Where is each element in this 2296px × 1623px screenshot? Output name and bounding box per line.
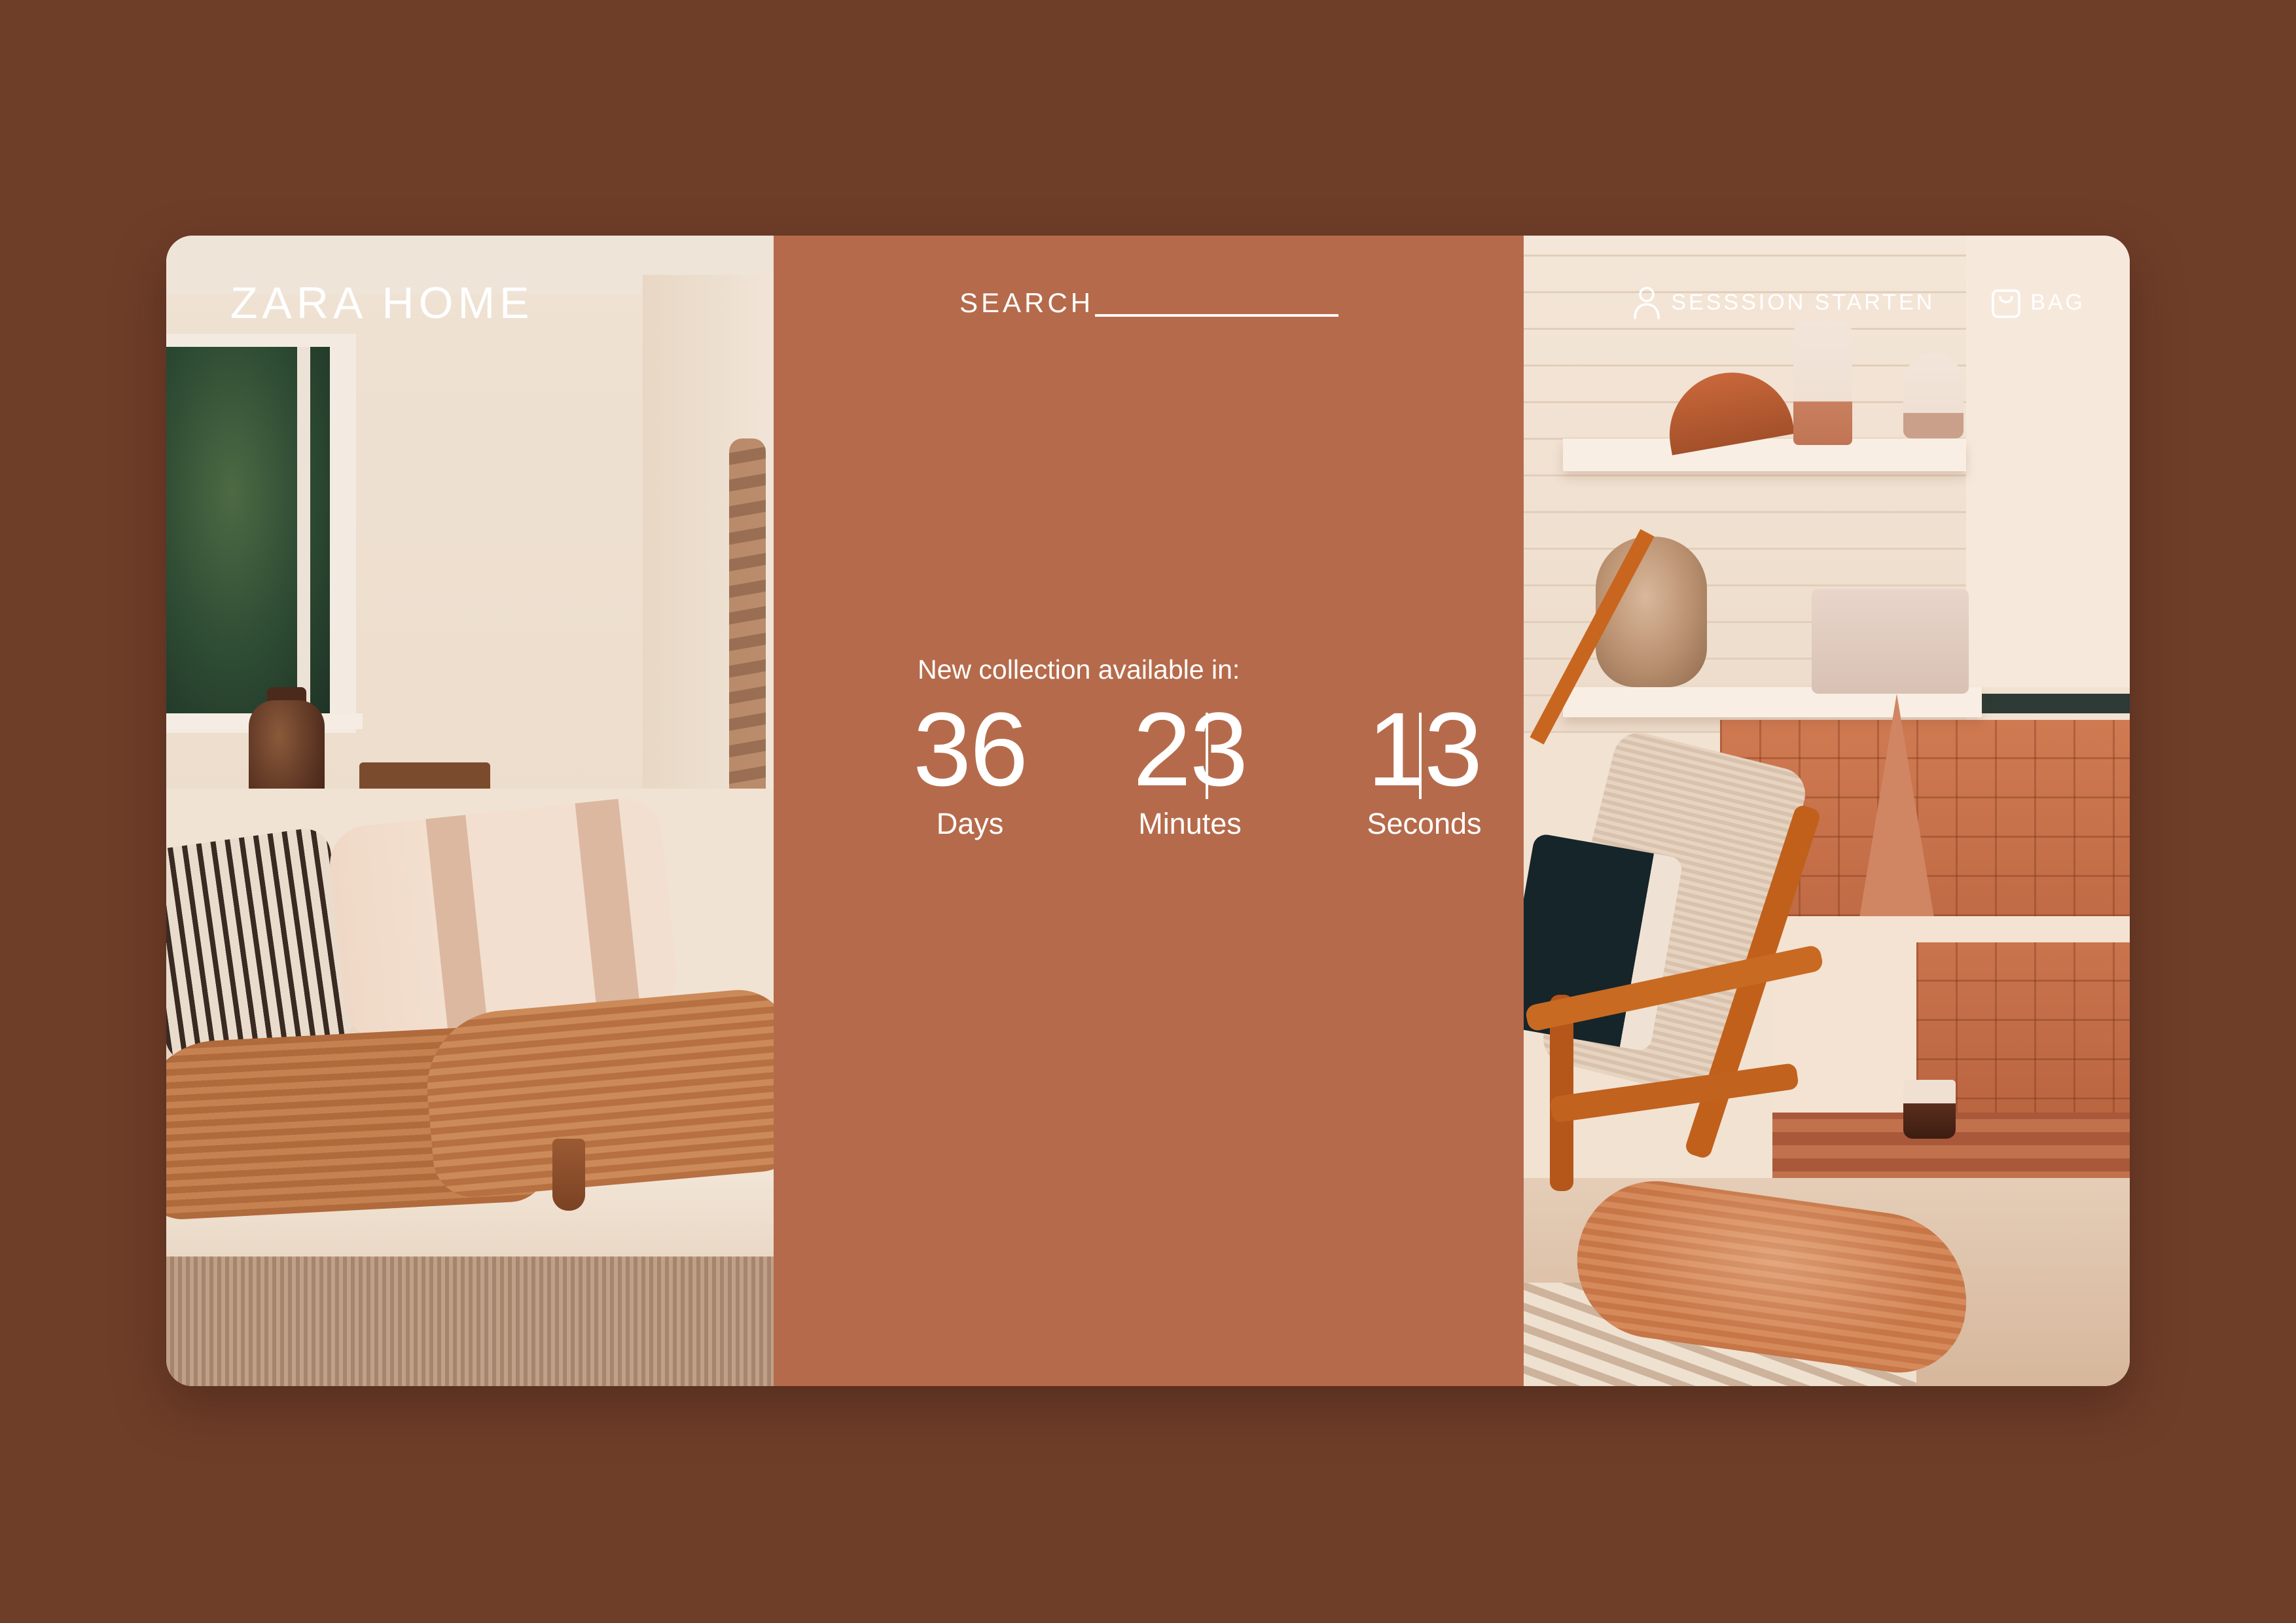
shopping-bag-icon (1992, 289, 2020, 318)
search-label: SEARCH (960, 287, 1094, 318)
countdown-minutes: 23 Minutes (1118, 697, 1262, 841)
header-nav: SESSSION STARTEN BAG (1632, 285, 2085, 319)
countdown-headline: New collection available in: (918, 654, 1240, 685)
bag-label: BAG (2030, 289, 2085, 315)
countdown-days-label: Days (936, 807, 1004, 840)
countdown-seconds-value: 13 (1367, 690, 1482, 808)
countdown-timer: 36 Days 23 Minutes 13 Seconds (870, 697, 1499, 867)
brand-logo[interactable]: ZARA HOME (230, 277, 534, 329)
countdown-minutes-label: Minutes (1138, 807, 1242, 840)
countdown-minutes-value: 23 (1133, 690, 1248, 808)
search-input[interactable] (1095, 287, 1339, 317)
search-bar: SEARCH (960, 287, 1339, 318)
session-start-link[interactable]: SESSSION STARTEN (1632, 285, 1935, 319)
hero-photo-fireplace-corner (1524, 236, 2130, 1386)
landing-card: ZARA HOME SEARCH SESSSION STARTEN BAG Ne… (166, 236, 2130, 1386)
countdown-seconds: 13 Seconds (1333, 697, 1516, 841)
session-start-label: SESSSION STARTEN (1671, 289, 1935, 315)
bag-link[interactable]: BAG (1991, 285, 2085, 319)
countdown-seconds-label: Seconds (1367, 807, 1482, 840)
countdown-days-value: 36 (913, 690, 1028, 808)
countdown-days: 36 Days (905, 697, 1035, 841)
user-icon (1634, 287, 1660, 319)
hero-photo-living-room (166, 236, 774, 1386)
collection-countdown: New collection available in: 36 Days 23 … (870, 654, 1499, 867)
